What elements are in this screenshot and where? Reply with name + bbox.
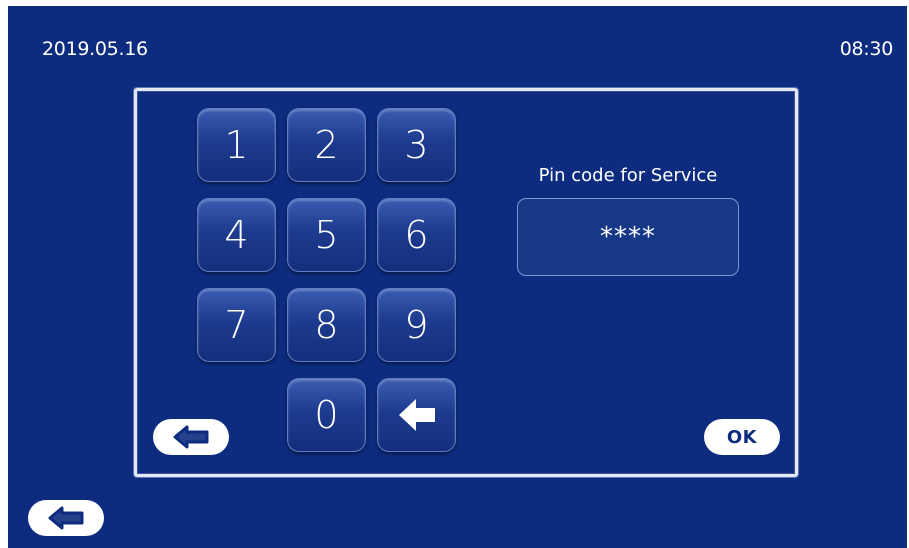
pin-label: Pin code for Service [538, 165, 718, 186]
date-display: 2019.05.16 [42, 38, 148, 60]
panel-back-button[interactable] [153, 419, 229, 455]
pin-code-field[interactable]: **** [517, 198, 739, 276]
key-1[interactable]: 1 [197, 108, 276, 182]
key-8[interactable]: 8 [287, 288, 366, 362]
arrow-left-icon [46, 506, 86, 530]
service-pin-screen: 2019.05.16 08:30 1 2 3 4 5 6 7 8 9 0 Pin… [8, 6, 907, 548]
key-0[interactable]: 0 [287, 378, 366, 452]
key-6[interactable]: 6 [377, 198, 456, 272]
key-9[interactable]: 9 [377, 288, 456, 362]
arrow-left-icon [171, 425, 211, 449]
key-4[interactable]: 4 [197, 198, 276, 272]
key-7[interactable]: 7 [197, 288, 276, 362]
screen-back-button[interactable] [28, 500, 104, 536]
backspace-key[interactable] [377, 378, 456, 452]
key-5[interactable]: 5 [287, 198, 366, 272]
key-3[interactable]: 3 [377, 108, 456, 182]
key-2[interactable]: 2 [287, 108, 366, 182]
ok-button[interactable]: OK [704, 419, 780, 455]
time-display: 08:30 [839, 38, 894, 60]
arrow-left-icon [397, 398, 437, 432]
